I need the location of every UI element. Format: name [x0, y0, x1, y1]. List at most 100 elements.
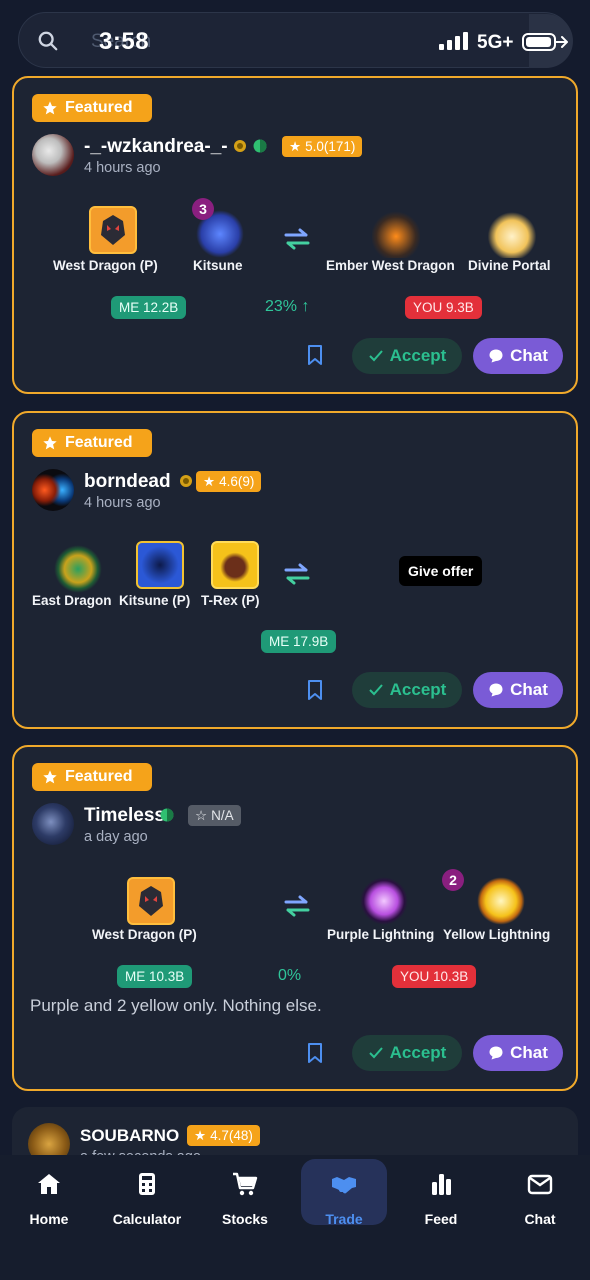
offer-item[interactable]: T-Rex (P)	[201, 541, 260, 608]
chat-button[interactable]: Chat	[473, 1035, 563, 1071]
trade-note: Purple and 2 yellow only. Nothing else.	[30, 996, 322, 1015]
rating-badge: ★ 4.6(9)	[196, 471, 262, 492]
ember-west-dragon-icon	[372, 210, 420, 258]
accept-button[interactable]: Accept	[352, 672, 462, 708]
bar-chart-icon	[432, 1174, 451, 1195]
check-icon	[368, 684, 383, 696]
item-label: West Dragon (P)	[92, 927, 197, 942]
online-status-icon	[253, 139, 267, 153]
time-ago: a day ago	[84, 829, 148, 845]
accept-button[interactable]: Accept	[352, 1035, 462, 1071]
item-label: Yellow Lightning	[443, 927, 551, 942]
item-label: Kitsune	[193, 258, 243, 273]
nav-feed[interactable]: Feed	[398, 1167, 484, 1227]
give-offer-button[interactable]: Give offer	[399, 556, 483, 586]
star-icon	[43, 770, 57, 784]
item-label: West Dragon (P)	[53, 258, 158, 273]
trade-card[interactable]: Featured borndead ★ 4.6(9) 4 hours ago Ea…	[12, 411, 578, 729]
request-item[interactable]: Purple Lightning	[327, 877, 434, 942]
star-outline-icon: ☆	[195, 807, 208, 823]
avatar[interactable]	[32, 469, 74, 511]
nav-stocks[interactable]: Stocks	[202, 1167, 288, 1227]
you-value-pill: YOU 10.3B	[392, 965, 477, 988]
offer-item[interactable]: West Dragon (P)	[92, 877, 197, 942]
bookmark-icon[interactable]	[306, 679, 324, 701]
offer-item[interactable]: East Dragon	[32, 545, 112, 608]
handshake-icon	[332, 1177, 356, 1194]
purple-lightning-icon	[360, 877, 408, 925]
search-icon	[38, 31, 58, 51]
search-bar[interactable]: Search 3:58 5G+	[18, 12, 573, 68]
me-value-pill: ME 10.3B	[117, 965, 193, 988]
request-item[interactable]: 2 Yellow Lightning	[442, 869, 550, 942]
trade-card[interactable]: Featured -_-wzkandrea-_- ★ 5.0(171) 4 hou…	[12, 76, 578, 394]
featured-badge: Featured	[32, 763, 152, 791]
nav-calculator[interactable]: Calculator	[104, 1167, 190, 1227]
time-ago: 4 hours ago	[84, 160, 161, 176]
avatar[interactable]	[32, 134, 74, 176]
item-label: Divine Portal	[468, 258, 551, 273]
verified-gear-icon	[234, 140, 246, 152]
swap-arrows-icon	[284, 228, 310, 250]
west-dragon-icon	[89, 206, 137, 254]
offer-item[interactable]: Kitsune (P)	[119, 541, 190, 608]
quantity-badge: 3	[192, 198, 214, 220]
divine-portal-icon	[488, 210, 536, 258]
t-rex-icon	[211, 541, 259, 589]
signal-icon	[439, 32, 468, 50]
yellow-lightning-icon	[477, 877, 525, 925]
bottom-nav: Home Calculator Stocks Trade Feed Chat	[0, 1155, 590, 1280]
accept-button[interactable]: Accept	[352, 338, 462, 374]
chat-button[interactable]: Chat	[473, 672, 563, 708]
calculator-icon	[139, 1173, 155, 1195]
username[interactable]: SOUBARNO	[80, 1126, 179, 1146]
item-label: Ember West Dragon	[326, 258, 455, 273]
time-ago: 4 hours ago	[84, 495, 161, 511]
offer-item[interactable]: West Dragon (P)	[53, 206, 158, 273]
chat-bubble-icon	[489, 349, 503, 363]
home-icon	[38, 1174, 60, 1194]
featured-badge: Featured	[32, 429, 152, 457]
offer-item[interactable]: 3 Kitsune	[192, 198, 244, 273]
verified-gear-icon	[180, 475, 192, 487]
avatar[interactable]	[32, 803, 74, 845]
percent-diff: 0%	[278, 967, 302, 984]
trade-card[interactable]: Featured Timeless ☆ N/A a day ago West Dr…	[12, 745, 578, 1091]
star-icon: ★	[289, 138, 302, 154]
network-type: 5G+	[477, 32, 514, 53]
quantity-badge: 2	[442, 869, 464, 891]
status-time: 3:58	[99, 28, 150, 55]
east-dragon-icon	[54, 545, 102, 593]
chat-button[interactable]: Chat	[473, 338, 563, 374]
chat-bubble-icon	[489, 683, 503, 697]
username[interactable]: Timeless	[84, 805, 165, 827]
request-item[interactable]: Divine Portal	[468, 210, 551, 273]
request-item[interactable]: Ember West Dragon	[326, 210, 455, 273]
nav-home[interactable]: Home	[6, 1167, 92, 1227]
star-icon	[43, 101, 57, 115]
rating-badge: ★ 4.7(48)	[187, 1125, 260, 1146]
bookmark-icon[interactable]	[306, 344, 324, 366]
item-label: T-Rex (P)	[201, 593, 260, 608]
item-label: Purple Lightning	[327, 927, 435, 942]
west-dragon-icon	[127, 877, 175, 925]
mail-icon	[527, 1174, 553, 1195]
star-icon: ★	[203, 473, 216, 489]
item-label: Kitsune (P)	[119, 593, 191, 608]
swap-arrows-icon	[284, 563, 310, 585]
bookmark-icon[interactable]	[306, 1042, 324, 1064]
item-label: East Dragon	[32, 593, 112, 608]
you-value-pill: YOU 9.3B	[405, 296, 482, 319]
nav-chat[interactable]: Chat	[497, 1167, 583, 1227]
username[interactable]: -_-wzkandrea-_-	[84, 136, 228, 158]
username[interactable]: borndead	[84, 471, 171, 493]
cart-icon	[233, 1172, 258, 1196]
percent-diff: 23% ↑	[265, 298, 310, 315]
rating-badge: ☆ N/A	[188, 805, 241, 826]
check-icon	[368, 1047, 383, 1059]
nav-trade[interactable]: Trade	[301, 1159, 387, 1227]
chat-bubble-icon	[489, 1046, 503, 1060]
me-value-pill: ME 17.9B	[261, 630, 337, 653]
kitsune-p-icon	[136, 541, 184, 589]
battery-icon	[522, 33, 568, 51]
